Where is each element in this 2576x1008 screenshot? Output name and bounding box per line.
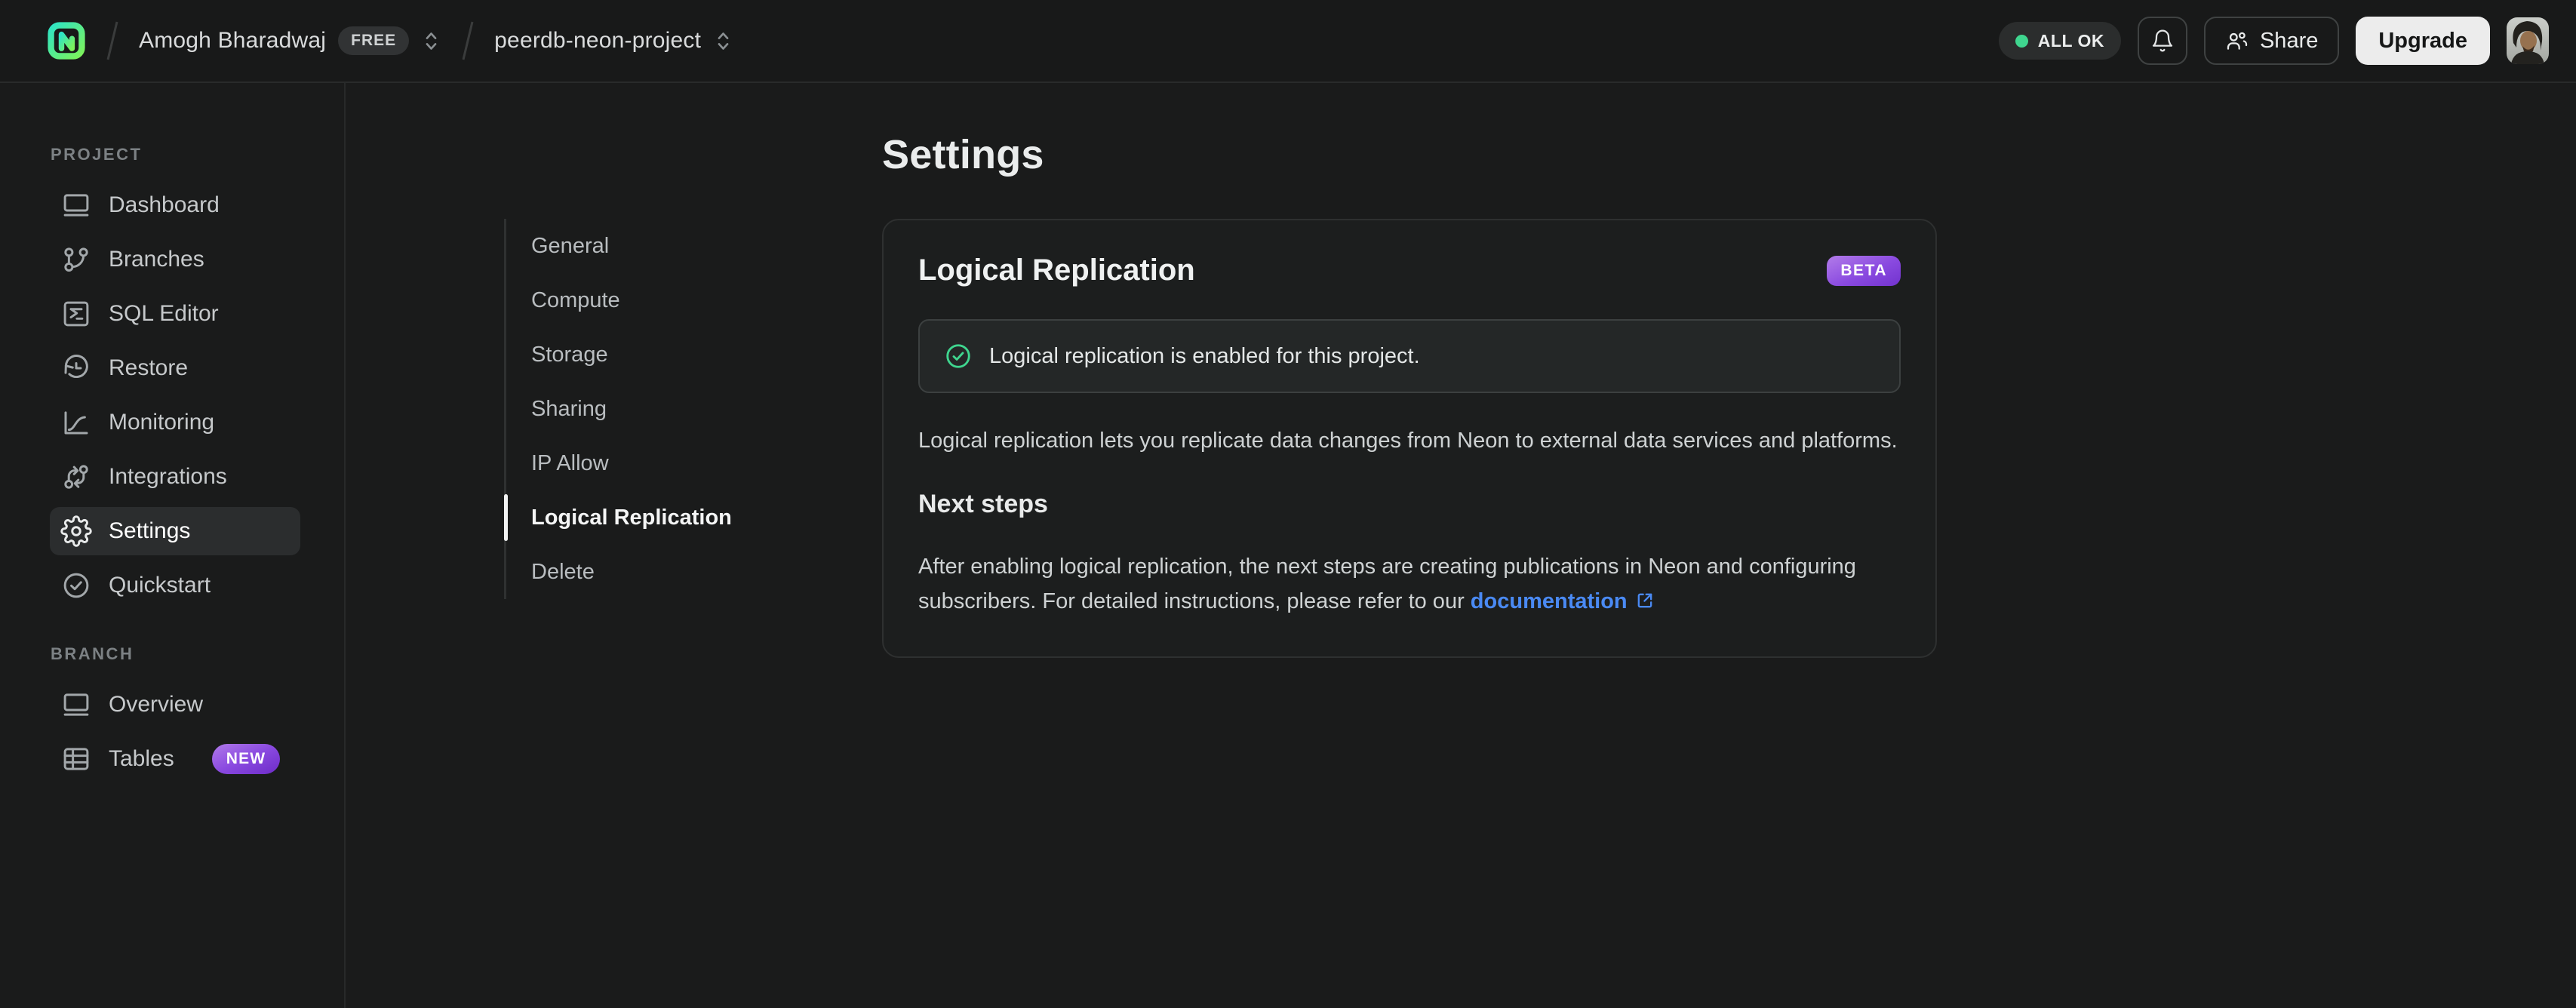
org-switcher[interactable]: Amogh Bharadwaj FREE bbox=[139, 26, 441, 55]
neon-console: Amogh Bharadwaj FREE peerdb-neon-project… bbox=[0, 0, 2576, 1008]
chevron-up-down-icon bbox=[426, 32, 437, 50]
share-button[interactable]: Share bbox=[2203, 17, 2340, 65]
sidebar-section-project: PROJECT bbox=[51, 145, 143, 164]
settings-nav-sharing[interactable]: Sharing bbox=[506, 382, 732, 436]
page-body: PROJECT Dashboard Branches SQL Editor Re… bbox=[0, 83, 2576, 1008]
sidebar-item-settings[interactable]: Settings bbox=[50, 507, 300, 555]
bell-icon bbox=[2152, 29, 2173, 52]
project-switcher[interactable]: peerdb-neon-project bbox=[494, 28, 733, 54]
gear-icon bbox=[60, 515, 92, 547]
chevron-up-down-icon bbox=[718, 32, 729, 50]
new-badge: NEW bbox=[211, 744, 281, 774]
sidebar: PROJECT Dashboard Branches SQL Editor Re… bbox=[0, 83, 346, 1008]
table-icon bbox=[60, 743, 92, 775]
beta-badge: BETA bbox=[1827, 255, 1901, 286]
settings-nav-logical-replication[interactable]: Logical Replication bbox=[504, 490, 732, 545]
dashboard-icon bbox=[60, 189, 92, 221]
logical-replication-card: Logical Replication BETA Logical replica… bbox=[882, 219, 1937, 658]
success-alert: Logical replication is enabled for this … bbox=[918, 319, 1901, 393]
sidebar-item-branches[interactable]: Branches bbox=[50, 235, 300, 284]
sidebar-item-label: Restore bbox=[109, 355, 189, 380]
users-icon bbox=[2227, 32, 2248, 50]
sql-editor-icon bbox=[60, 298, 92, 330]
next-steps-title: Next steps bbox=[918, 490, 1048, 518]
chart-line-icon bbox=[60, 407, 92, 438]
integrations-icon bbox=[60, 461, 92, 493]
settings-sub-nav: General Compute Storage Sharing IP Allow… bbox=[504, 219, 732, 599]
neon-logo-icon bbox=[48, 22, 85, 60]
plan-badge: FREE bbox=[338, 26, 410, 55]
sidebar-item-dashboard[interactable]: Dashboard bbox=[50, 181, 300, 229]
status-dot-icon bbox=[2015, 34, 2028, 48]
project-nav-list: Dashboard Branches SQL Editor Restore Mo… bbox=[0, 181, 344, 610]
branch-nav-list: Overview Tables NEW bbox=[0, 681, 344, 783]
sidebar-item-restore[interactable]: Restore bbox=[50, 344, 300, 392]
user-avatar[interactable] bbox=[2507, 17, 2549, 64]
breadcrumb-slash-icon bbox=[462, 21, 474, 60]
sidebar-item-label: Monitoring bbox=[109, 410, 215, 435]
settings-nav-delete[interactable]: Delete bbox=[506, 545, 732, 599]
card-title: Logical Replication bbox=[918, 254, 1195, 287]
settings-nav-compute[interactable]: Compute bbox=[506, 273, 732, 327]
sidebar-item-label: Integrations bbox=[109, 464, 227, 489]
settings-nav-ip-allow[interactable]: IP Allow bbox=[506, 436, 732, 490]
org-name: Amogh Bharadwaj bbox=[139, 28, 327, 53]
sidebar-item-label: Quickstart bbox=[109, 573, 211, 598]
sidebar-item-sql-editor[interactable]: SQL Editor bbox=[50, 290, 300, 338]
breadcrumb-slash-icon bbox=[106, 21, 118, 60]
settings-main: Settings Logical Replication BETA Logica… bbox=[882, 131, 1938, 658]
neon-logo[interactable] bbox=[47, 21, 86, 60]
project-name: peerdb-neon-project bbox=[494, 28, 702, 53]
sidebar-section-branch: BRANCH bbox=[51, 644, 134, 663]
content-area: General Compute Storage Sharing IP Allow… bbox=[346, 83, 2576, 1008]
git-branch-icon bbox=[60, 244, 92, 275]
sidebar-item-label: Overview bbox=[109, 692, 204, 717]
share-label: Share bbox=[2259, 28, 2319, 53]
alert-text: Logical replication is enabled for this … bbox=[989, 343, 1420, 368]
next-steps-text: After enabling logical replication, the … bbox=[918, 555, 1856, 613]
status-pill[interactable]: ALL OK bbox=[1998, 22, 2121, 60]
check-circle-icon bbox=[60, 570, 92, 601]
sidebar-item-integrations[interactable]: Integrations bbox=[50, 453, 300, 501]
breadcrumb: Amogh Bharadwaj FREE peerdb-neon-project bbox=[47, 17, 733, 64]
replication-description: Logical replication lets you replicate d… bbox=[918, 429, 1898, 453]
sidebar-item-tables[interactable]: Tables NEW bbox=[50, 735, 300, 783]
notifications-button[interactable] bbox=[2137, 17, 2187, 65]
sidebar-item-label: Branches bbox=[109, 247, 204, 272]
topbar: Amogh Bharadwaj FREE peerdb-neon-project… bbox=[0, 0, 2576, 83]
settings-nav-general[interactable]: General bbox=[506, 219, 732, 273]
settings-nav-storage[interactable]: Storage bbox=[506, 327, 732, 382]
sidebar-item-label: SQL Editor bbox=[109, 301, 219, 326]
sidebar-item-label: Settings bbox=[109, 518, 191, 543]
success-check-icon bbox=[946, 344, 970, 368]
sidebar-item-monitoring[interactable]: Monitoring bbox=[50, 398, 300, 447]
documentation-link[interactable]: documentation bbox=[1471, 589, 1628, 613]
status-label: ALL OK bbox=[2037, 30, 2104, 51]
avatar-photo bbox=[2507, 17, 2549, 64]
external-link-icon bbox=[1637, 593, 1652, 608]
topbar-actions: ALL OK Share Upgrade bbox=[1998, 17, 2549, 65]
sidebar-item-label: Dashboard bbox=[109, 192, 220, 217]
sidebar-item-overview[interactable]: Overview bbox=[50, 681, 300, 729]
sidebar-item-label: Tables bbox=[109, 746, 174, 771]
history-icon bbox=[60, 352, 92, 384]
page-title: Settings bbox=[882, 132, 1044, 177]
sidebar-item-quickstart[interactable]: Quickstart bbox=[50, 561, 300, 610]
upgrade-button[interactable]: Upgrade bbox=[2356, 17, 2490, 65]
overview-icon bbox=[60, 689, 92, 721]
